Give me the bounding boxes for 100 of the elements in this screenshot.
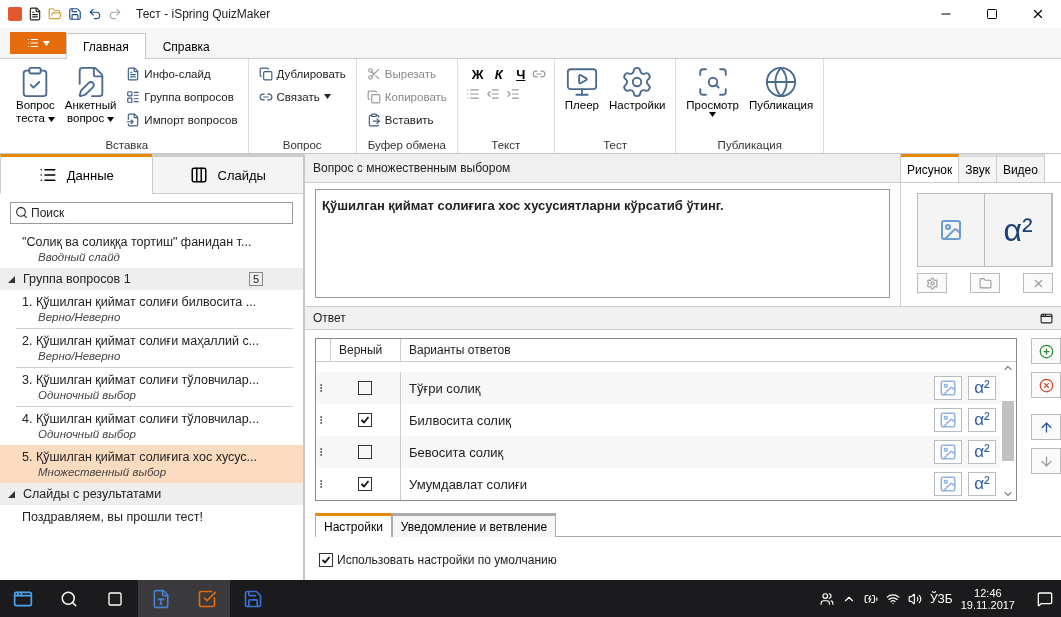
group-label: Публикация (716, 139, 783, 151)
checkbox[interactable] (358, 381, 372, 395)
paste-icon (366, 112, 381, 127)
close-icon (1031, 7, 1045, 21)
checkbox[interactable] (358, 413, 372, 427)
player-icon (564, 65, 599, 99)
ribbon-button[interactable]: Вопрос теста (14, 63, 57, 139)
new-file-icon[interactable] (28, 7, 42, 21)
ribbon-button[interactable]: Связать (256, 86, 348, 107)
group-label: Текст (490, 139, 522, 151)
picture-icon (939, 379, 957, 397)
group-title: Слайды с результатами (23, 487, 162, 501)
checkbox[interactable] (319, 553, 333, 567)
delete-button[interactable] (1023, 273, 1053, 293)
list-icon (38, 166, 57, 184)
gear-icon (925, 276, 939, 290)
ribbon-button[interactable]: Анкетный вопрос (62, 63, 119, 139)
search-icon (15, 206, 28, 219)
media-tab[interactable]: Рисунок (901, 154, 960, 182)
add-formula-button[interactable]: α² (968, 376, 996, 400)
group-label: Вопрос (281, 139, 323, 151)
panel-tab[interactable]: Данные (0, 154, 152, 194)
maximize-icon (986, 8, 998, 20)
settings-tab[interactable]: Уведомление и ветвление (391, 513, 557, 537)
panel-tab[interactable]: Слайды (151, 154, 303, 194)
maximize-pane-icon[interactable] (1040, 311, 1053, 325)
group-header[interactable]: Группа вопросов 1 5 (0, 268, 303, 290)
picture-icon (939, 443, 957, 461)
media-tab[interactable]: Звук (959, 154, 997, 182)
ribbon-tab[interactable]: Главная (66, 33, 146, 59)
ribbon-button[interactable]: Плеер (562, 63, 601, 139)
format-button[interactable]: К (487, 63, 510, 85)
question-group-icon (126, 89, 141, 104)
item-title: Поздравляем, вы прошли тест! (22, 510, 204, 524)
checkbox[interactable] (358, 445, 372, 459)
format-button[interactable]: Ч (509, 63, 532, 85)
slides-icon (189, 166, 208, 184)
globe-icon (764, 65, 798, 99)
checkmark-icon (360, 415, 370, 425)
ribbon-button[interactable]: Настройки (606, 63, 668, 139)
copy-icon (366, 89, 381, 104)
notifications-icon[interactable] (1037, 590, 1053, 607)
group-label: Буфер обмена (366, 139, 447, 151)
add-formula-button[interactable]: α² (968, 472, 996, 496)
dropdown-caret-icon[interactable] (107, 117, 115, 122)
column-header: Верный (330, 339, 400, 361)
scissors-icon (366, 66, 381, 81)
slide-item[interactable]: 5. Қўшилган қиймат солиғига хос хусус... Множественный выбор (0, 445, 303, 483)
folder-icon (978, 276, 992, 290)
ribbon-button[interactable]: Публикация (746, 63, 816, 139)
language-indicator[interactable]: ЎЗБ (930, 591, 953, 606)
checkbox[interactable] (358, 477, 372, 491)
hyperlink-icon[interactable] (531, 67, 546, 81)
add-answer-button[interactable] (1031, 338, 1061, 364)
settings-tab[interactable]: Настройки (315, 513, 392, 537)
arrow-down-icon (1038, 453, 1054, 469)
question-field[interactable]: Қўшилган қиймат солиғига хос хусусиятларни кўрсатиб ўтинг. (315, 189, 890, 298)
dropdown-caret-icon[interactable] (47, 117, 55, 122)
add-formula-button[interactable]: α² (985, 194, 1052, 266)
add-picture-button[interactable] (918, 194, 985, 266)
dropdown-caret-icon[interactable] (323, 94, 331, 99)
format-button[interactable]: Ж (465, 63, 488, 85)
wifi-icon[interactable] (886, 591, 900, 606)
group-title: Группа вопросов 1 (23, 272, 131, 286)
people-icon[interactable] (820, 591, 834, 606)
add-formula-button[interactable]: α² (968, 408, 996, 432)
ribbon-button[interactable]: Просмотр (684, 63, 741, 139)
remove-answer-button[interactable] (1031, 372, 1061, 398)
group-header[interactable]: Слайды с результатами (0, 483, 303, 505)
ribbon-button[interactable]: Группа вопросов (124, 86, 240, 107)
clock[interactable]: 12:46 19.11.2017 (960, 586, 1015, 611)
item-title: 1. Қўшилган қиймат солиғи билвосита ... (22, 295, 258, 309)
search-field[interactable]: Поиск (10, 202, 293, 224)
dropdown-caret-icon[interactable] (709, 112, 717, 117)
ribbon-button[interactable]: Дублировать (256, 63, 348, 84)
info-slide-icon (126, 66, 141, 81)
plus-icon (1038, 343, 1054, 359)
ribbon-button[interactable]: Инфо-слайд (124, 63, 240, 84)
question-count: 5 (248, 272, 263, 286)
taskbar-app-button[interactable] (184, 580, 230, 617)
cross-icon (1038, 377, 1054, 393)
ribbon-tab[interactable]: Справка (145, 33, 227, 59)
item-type: Вводный слайд (37, 251, 121, 263)
checkmark-icon (360, 479, 370, 489)
undo-icon[interactable] (88, 7, 102, 21)
picture-icon (939, 475, 957, 493)
file-menu-button[interactable] (10, 32, 66, 54)
item-title: 5. Қўшилган қиймат солиғига хос хусус... (22, 450, 259, 464)
move-up-button[interactable] (1031, 414, 1061, 440)
expand-arrow-icon[interactable] (8, 490, 15, 498)
expand-arrow-icon[interactable] (8, 275, 15, 283)
volume-icon[interactable] (908, 591, 922, 606)
ribbon-button[interactable]: Импорт вопросов (124, 109, 240, 130)
add-formula-button[interactable]: α² (968, 440, 996, 464)
group-label: Тест (602, 139, 628, 151)
menu-icon (26, 37, 39, 49)
picture-icon (939, 411, 957, 429)
media-tab[interactable]: Видео (996, 154, 1045, 182)
ribbon-button[interactable]: Вставить (364, 109, 449, 130)
save-icon[interactable] (68, 7, 82, 21)
